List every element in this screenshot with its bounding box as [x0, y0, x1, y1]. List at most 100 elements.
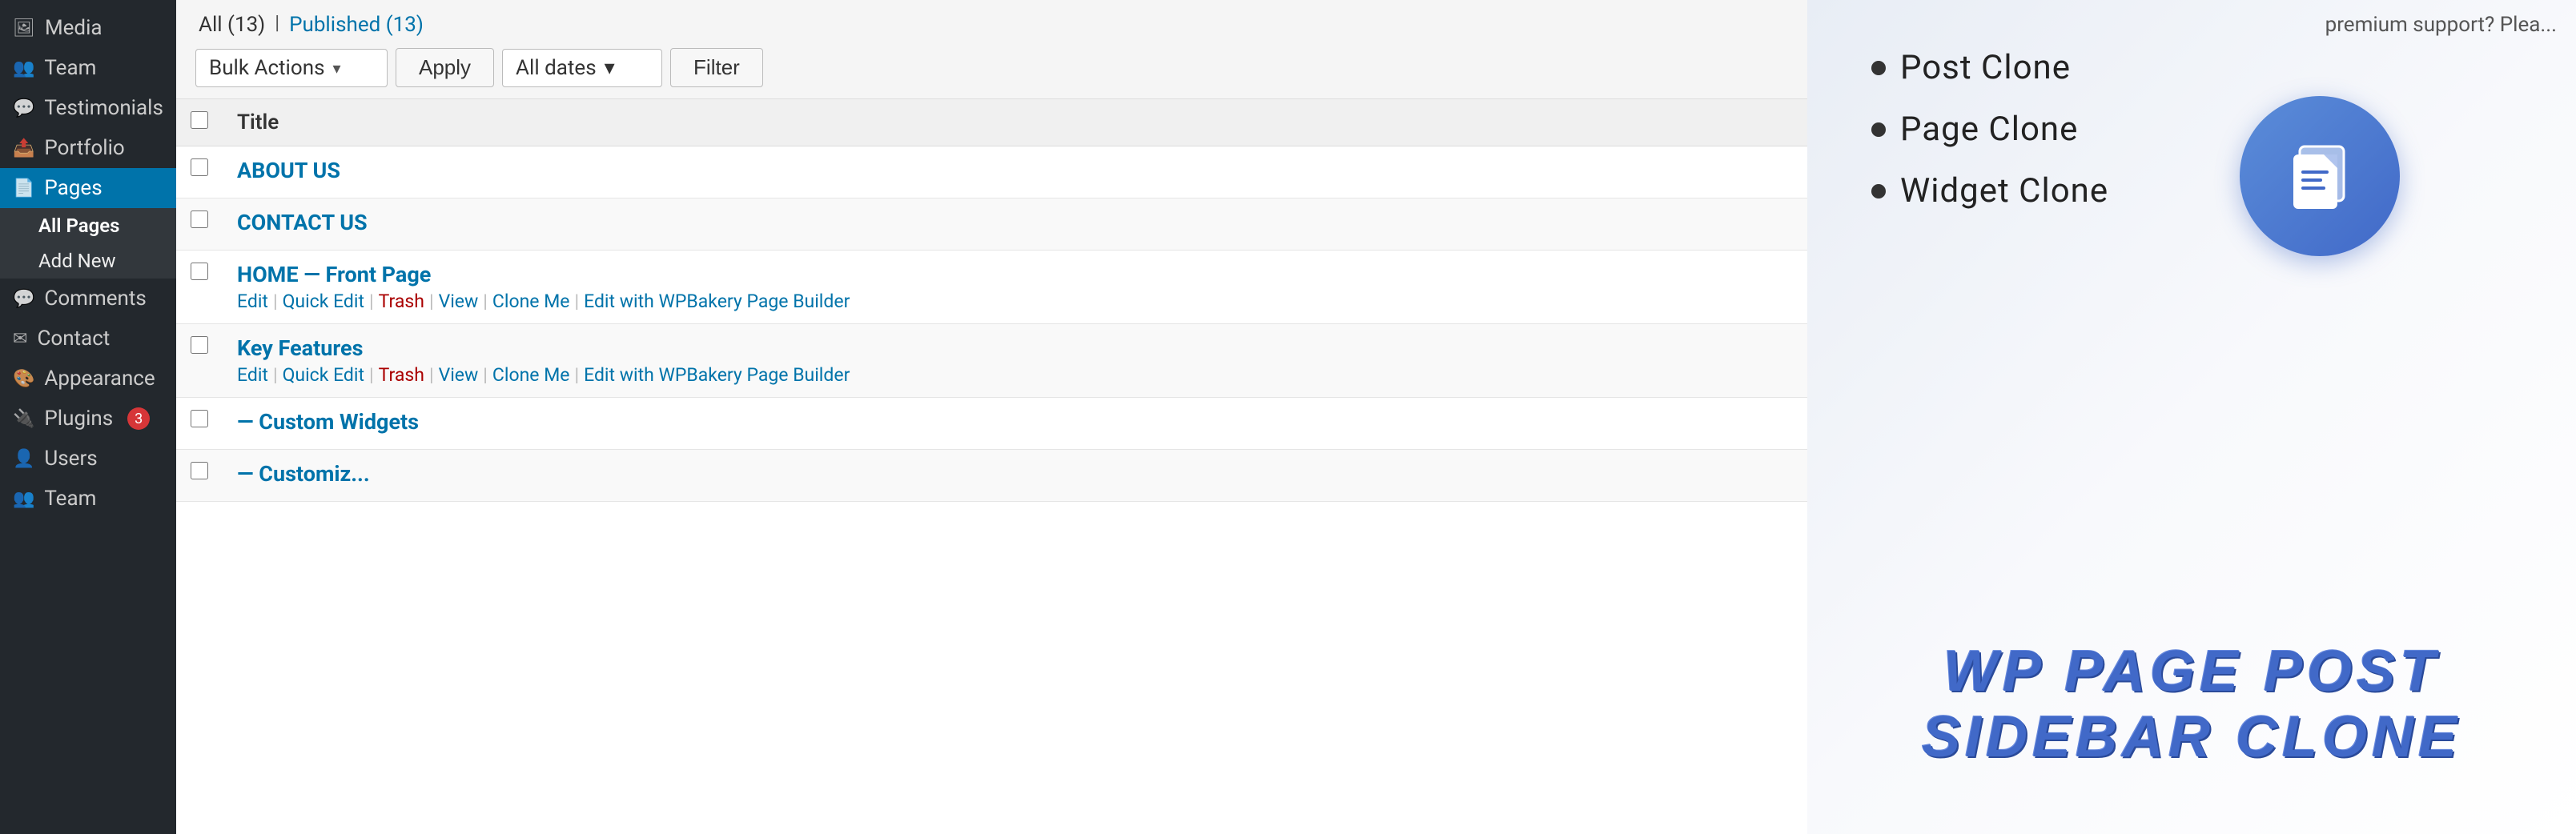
sidebar-label-team: Team: [44, 56, 96, 80]
sidebar-item-media[interactable]: 🖼 Media: [0, 8, 176, 48]
page-title-link[interactable]: Key Features: [237, 335, 1793, 361]
page-title-link[interactable]: CONTACT US: [237, 210, 1793, 235]
users-icon: 👤: [13, 449, 34, 469]
table-row: — Custom Widgets: [176, 398, 1807, 450]
contact-icon: ✉: [13, 329, 27, 349]
feature-item-widget-clone: Widget Clone: [1871, 171, 2512, 211]
row-action-edit-with-wpbakery-page-builder[interactable]: Edit with WPBakery Page Builder: [584, 291, 850, 312]
team2-icon: 👥: [13, 489, 34, 509]
table-row: CONTACT US: [176, 198, 1807, 251]
action-separator: |: [429, 291, 434, 312]
sidebar-item-plugins[interactable]: 🔌 Plugins 3: [0, 399, 176, 439]
sidebar-item-team[interactable]: 👥 Team: [0, 48, 176, 88]
sidebar-item-testimonials[interactable]: 💬 Testimonials: [0, 88, 176, 128]
table-wrapper: Title ABOUT US CONTACT US HOME — Front Pag…: [176, 99, 1807, 834]
row-actions: Edit | Quick Edit | Trash | View | Clone…: [237, 291, 1793, 312]
row-title-cell: HOME — Front Page Edit | Quick Edit | Tra…: [223, 251, 1807, 324]
sidebar-item-appearance[interactable]: 🎨 Appearance: [0, 359, 176, 399]
row-checkbox-cell: [176, 324, 223, 398]
row-checkbox[interactable]: [191, 410, 208, 427]
page-title-link[interactable]: ABOUT US: [237, 158, 1793, 183]
sidebar-item-all-pages[interactable]: All Pages: [0, 208, 176, 243]
row-action-view[interactable]: View: [439, 291, 479, 312]
bulk-actions-dropdown[interactable]: Bulk Actions ▾: [195, 49, 388, 87]
filter-tabs: All (13) | Published (13): [195, 11, 1788, 38]
select-all-checkbox[interactable]: [191, 111, 208, 129]
row-title-cell: Key Features Edit | Quick Edit | Trash | …: [223, 324, 1807, 398]
toolbar: Bulk Actions ▾ Apply All dates ▾ Filter: [195, 48, 1788, 98]
row-action-edit-with-wpbakery-page-builder[interactable]: Edit with WPBakery Page Builder: [584, 364, 850, 386]
row-title-cell: — Custom Widgets: [223, 398, 1807, 450]
action-separator: |: [273, 364, 278, 386]
feature-text-post-clone: Post Clone: [1900, 48, 2071, 87]
sidebar-item-contact[interactable]: ✉ Contact: [0, 319, 176, 359]
bullet-page-clone: [1871, 122, 1886, 137]
col-checkbox: [176, 99, 223, 146]
clone-icon-svg: [2276, 132, 2364, 220]
pages-table: Title ABOUT US CONTACT US HOME — Front Pag…: [176, 99, 1807, 502]
row-actions: Edit | Quick Edit | Trash | View | Clone…: [237, 364, 1793, 386]
main-content: All (13) | Published (13) Bulk Actions ▾…: [176, 0, 1807, 834]
sidebar-item-portfolio[interactable]: 📤 Portfolio: [0, 128, 176, 168]
bullet-widget-clone: [1871, 184, 1886, 198]
sidebar-label-appearance: Appearance: [44, 367, 155, 391]
row-checkbox[interactable]: [191, 336, 208, 354]
row-checkbox[interactable]: [191, 263, 208, 280]
row-checkbox[interactable]: [191, 158, 208, 176]
clone-icon-circle: [2240, 96, 2400, 256]
sidebar-label-users: Users: [44, 447, 97, 471]
premium-notice: premium support? Plea...: [2306, 0, 2576, 50]
row-title-cell: CONTACT US: [223, 198, 1807, 251]
sidebar-label-contact: Contact: [37, 327, 110, 351]
feature-item-post-clone: Post Clone: [1871, 48, 2512, 87]
filter-tab-all[interactable]: All (13): [195, 11, 268, 38]
sidebar-label-comments: Comments: [44, 287, 146, 311]
row-action-edit[interactable]: Edit: [237, 364, 268, 386]
page-title-link[interactable]: HOME — Front Page: [237, 262, 1793, 287]
action-separator: |: [574, 364, 579, 386]
table-header-row: Title: [176, 99, 1807, 146]
row-checkbox-cell: [176, 198, 223, 251]
row-checkbox-cell: [176, 450, 223, 502]
row-checkbox-cell: [176, 251, 223, 324]
filter-tab-published[interactable]: Published (13): [286, 11, 427, 38]
pages-icon: 📄: [13, 178, 34, 198]
row-checkbox[interactable]: [191, 462, 208, 479]
date-dropdown[interactable]: All dates ▾: [502, 49, 662, 87]
sidebar-label-team2: Team: [44, 487, 96, 511]
filter-button[interactable]: Filter: [670, 48, 763, 87]
action-separator: |: [483, 291, 488, 312]
row-action-edit[interactable]: Edit: [237, 291, 268, 312]
row-title-cell: — Customiz...: [223, 450, 1807, 502]
sidebar: 🖼 Media 👥 Team 💬 Testimonials 📤 Portfoli…: [0, 0, 176, 834]
feature-text-widget-clone: Widget Clone: [1900, 171, 2108, 211]
sidebar-item-team2[interactable]: 👥 Team: [0, 479, 176, 519]
row-action-trash[interactable]: Trash: [379, 364, 424, 386]
page-title-link[interactable]: — Customiz...: [237, 461, 1793, 487]
row-checkbox[interactable]: [191, 211, 208, 228]
row-action-quick-edit[interactable]: Quick Edit: [283, 291, 364, 312]
sidebar-item-pages[interactable]: 📄 Pages: [0, 168, 176, 208]
row-action-view[interactable]: View: [439, 364, 479, 386]
page-title-link[interactable]: — Custom Widgets: [237, 409, 1793, 435]
table-row: ABOUT US: [176, 146, 1807, 198]
date-arrow: ▾: [605, 56, 615, 80]
plugins-icon: 🔌: [13, 409, 34, 429]
col-title: Title: [223, 99, 1807, 146]
sidebar-label-plugins: Plugins: [44, 407, 113, 431]
row-action-clone-me[interactable]: Clone Me: [492, 291, 570, 312]
sidebar-item-add-new[interactable]: Add New: [0, 243, 176, 279]
row-action-trash[interactable]: Trash: [379, 291, 424, 312]
media-icon: 🖼: [13, 18, 35, 38]
row-action-quick-edit[interactable]: Quick Edit: [283, 364, 364, 386]
comments-icon: 💬: [13, 289, 34, 309]
row-action-clone-me[interactable]: Clone Me: [492, 364, 570, 386]
appearance-icon: 🎨: [13, 369, 34, 389]
team-icon: 👥: [13, 58, 34, 78]
plugin-title: WP Page Post Sidebar Clone: [1839, 639, 2544, 770]
sidebar-item-comments[interactable]: 💬 Comments: [0, 279, 176, 319]
feature-item-page-clone: Page Clone: [1871, 110, 2512, 149]
clone-icon-container: [2240, 96, 2400, 256]
apply-button[interactable]: Apply: [396, 48, 494, 87]
sidebar-item-users[interactable]: 👤 Users: [0, 439, 176, 479]
